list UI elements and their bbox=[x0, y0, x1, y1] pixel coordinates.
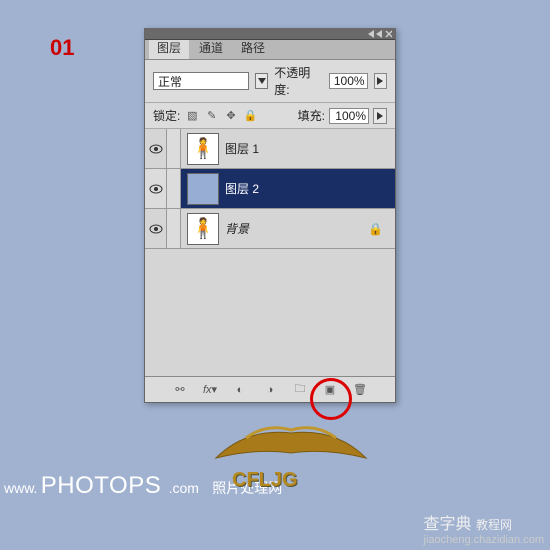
layer-list: 🧍 图层 1 图层 2 🧍 背景 🔒 bbox=[145, 129, 395, 393]
panel-collapse-icon[interactable] bbox=[368, 30, 392, 38]
blend-mode-select[interactable]: 正常 bbox=[153, 72, 249, 90]
lock-transparency-icon[interactable]: ▧ bbox=[184, 108, 200, 124]
lock-icon: 🔒 bbox=[368, 222, 383, 236]
chazidian-sub: 教程网 bbox=[476, 518, 512, 532]
eye-icon bbox=[149, 224, 163, 234]
layer-name[interactable]: 图层 1 bbox=[225, 140, 259, 157]
layer-name[interactable]: 背景 bbox=[225, 220, 249, 237]
layer-row[interactable]: 🧍 图层 1 bbox=[145, 129, 395, 169]
layer-thumbnail[interactable]: 🧍 bbox=[187, 133, 219, 165]
fill-label: 填充: bbox=[298, 107, 325, 124]
link-icon[interactable]: ⚯ bbox=[172, 382, 188, 398]
photops-suffix: .com bbox=[165, 480, 199, 496]
layer-row[interactable]: 图层 2 bbox=[145, 169, 395, 209]
blend-opacity-row: 正常 不透明度: 100% bbox=[145, 60, 395, 103]
gold-text: CFLJG bbox=[232, 469, 298, 492]
tab-bar: 图层 通道 路径 bbox=[145, 40, 395, 60]
link-col bbox=[167, 129, 181, 168]
mask-icon[interactable]: ◐ bbox=[232, 382, 248, 398]
panel-footer: ⚯ fx▾ ◐ ◑ 🗀 ▣ 🗑 bbox=[145, 376, 395, 402]
visibility-toggle[interactable] bbox=[145, 169, 167, 208]
opacity-input[interactable]: 100% bbox=[329, 73, 367, 89]
adjust-icon[interactable]: ◑ bbox=[262, 382, 278, 398]
group-icon[interactable]: 🗀 bbox=[292, 382, 308, 398]
link-col bbox=[167, 209, 181, 248]
blend-mode-dropdown-icon[interactable] bbox=[255, 73, 268, 89]
opacity-slider-icon[interactable] bbox=[374, 73, 387, 89]
layer-thumbnail[interactable]: 🧍 bbox=[187, 213, 219, 245]
layers-panel: 图层 通道 路径 正常 不透明度: 100% 锁定: ▧ ✎ ✥ 🔒 填充: 1… bbox=[144, 28, 396, 403]
photops-prefix: www. bbox=[0, 480, 37, 496]
lock-label: 锁定: bbox=[153, 107, 180, 124]
chazidian-main: 查字典 bbox=[424, 516, 472, 533]
lock-pixels-icon[interactable]: ✎ bbox=[204, 108, 220, 124]
chazidian-watermark: 查字典 教程网 jiaocheng.chazidian.com bbox=[424, 510, 544, 546]
step-number: 01 bbox=[50, 35, 74, 61]
lock-icons-group: ▧ ✎ ✥ 🔒 bbox=[184, 108, 258, 124]
fx-icon[interactable]: fx▾ bbox=[202, 382, 218, 398]
visibility-toggle[interactable] bbox=[145, 129, 167, 168]
trash-icon[interactable]: 🗑 bbox=[352, 382, 368, 398]
link-col bbox=[167, 169, 181, 208]
lock-all-icon[interactable]: 🔒 bbox=[242, 108, 258, 124]
fill-input[interactable]: 100% bbox=[329, 108, 369, 124]
chazidian-url: jiaocheng.chazidian.com bbox=[424, 534, 544, 546]
opacity-label: 不透明度: bbox=[274, 64, 323, 98]
layer-name[interactable]: 图层 2 bbox=[225, 180, 259, 197]
visibility-toggle[interactable] bbox=[145, 209, 167, 248]
fill-slider-icon[interactable] bbox=[373, 108, 387, 124]
lock-position-icon[interactable]: ✥ bbox=[223, 108, 239, 124]
eye-icon bbox=[149, 144, 163, 154]
photops-domain: PHOTOPS bbox=[41, 472, 161, 499]
new-layer-icon[interactable]: ▣ bbox=[322, 382, 338, 398]
layer-row[interactable]: 🧍 背景 🔒 bbox=[145, 209, 395, 249]
layer-thumbnail[interactable] bbox=[187, 173, 219, 205]
blend-mode-value: 正常 bbox=[158, 73, 182, 90]
panel-titlebar[interactable] bbox=[145, 28, 395, 40]
lock-fill-row: 锁定: ▧ ✎ ✥ 🔒 填充: 100% bbox=[145, 103, 395, 129]
eye-icon bbox=[149, 184, 163, 194]
